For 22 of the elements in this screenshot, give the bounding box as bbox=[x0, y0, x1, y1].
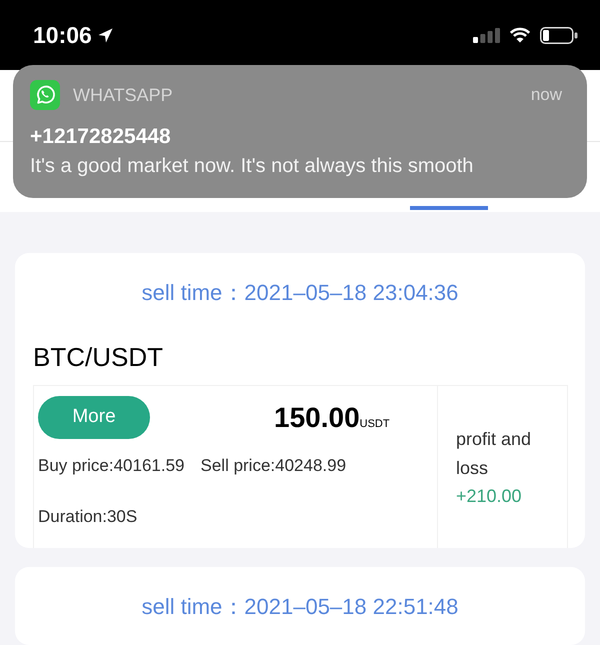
app-name: WHATSAPP bbox=[73, 84, 173, 106]
signal-strength-icon bbox=[473, 28, 500, 42]
more-button[interactable]: More bbox=[38, 396, 150, 439]
trading-pair: BTC/USDT bbox=[33, 341, 164, 373]
sender-number: +12172825448 bbox=[30, 124, 172, 150]
notification-time: now bbox=[530, 84, 562, 106]
battery-icon bbox=[540, 26, 578, 44]
profit-loss-label: profit and loss bbox=[456, 428, 532, 480]
notification-banner[interactable]: WHATSAPP now +12172825448 It's a good market now. It's not always this smooth bbox=[13, 65, 587, 198]
trade-duration: Duration:30S bbox=[38, 506, 138, 528]
sell-time: sell time：2021–05–18 23:04:36 bbox=[140, 279, 460, 307]
notification-message: It's a good market now. It's not always this smooth bbox=[30, 154, 474, 179]
location-arrow-icon bbox=[98, 28, 113, 42]
chat-app-icon bbox=[30, 80, 60, 110]
wifi-icon bbox=[509, 27, 531, 43]
status-time: 10:06 bbox=[33, 21, 92, 49]
buy-price: Buy price:40161.59 bbox=[38, 455, 184, 477]
sell-price: Sell price:40248.99 bbox=[200, 455, 346, 477]
sell-time: sell time：2021–05–18 22:51:48 bbox=[140, 593, 460, 621]
profit-loss-value: +210.00 bbox=[456, 484, 523, 508]
order-amount: 150.00 bbox=[274, 400, 360, 434]
amount-unit: USDT bbox=[360, 416, 390, 430]
